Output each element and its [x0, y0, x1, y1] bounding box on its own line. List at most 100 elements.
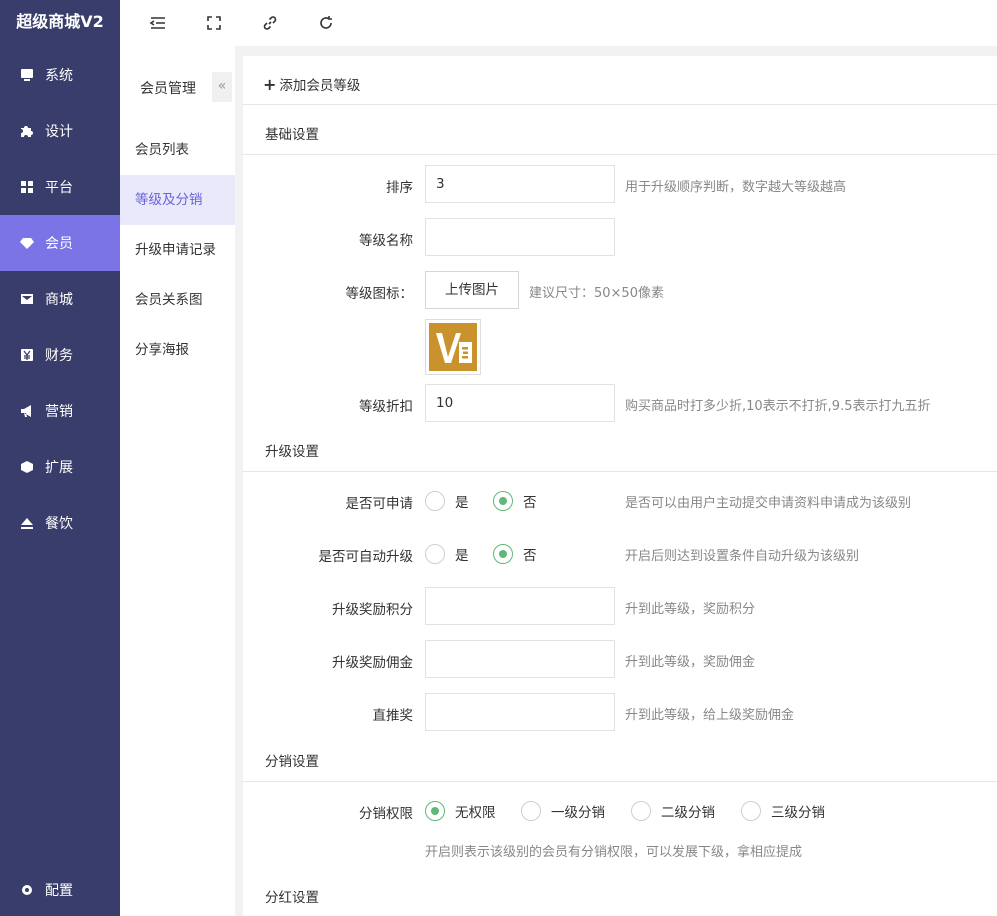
- gem-icon: [20, 236, 34, 250]
- collapse-icon[interactable]: «: [212, 72, 232, 102]
- dist-permission-hint: 开启则表示该级别的会员有分销权限，可以发展下级，拿相应提成: [425, 845, 803, 860]
- app-title: 超级商城V2: [16, 12, 104, 31]
- sort-input[interactable]: [425, 165, 615, 203]
- auto-upgrade-hint: 开启后则达到设置条件自动升级为该级别: [625, 549, 860, 564]
- mail-icon: [20, 292, 34, 306]
- cube-icon: [20, 460, 34, 474]
- auto-upgrade-yes-radio[interactable]: 是: [425, 544, 469, 564]
- subnav-item-level-distribution[interactable]: 等级及分销: [120, 175, 235, 225]
- section-basic-title: 基础设置: [265, 127, 319, 143]
- refresh-icon[interactable]: [317, 14, 335, 32]
- sidebar-item-system[interactable]: 系统: [0, 47, 120, 103]
- radio-label: 一级分销: [551, 805, 605, 821]
- menu-fold-icon[interactable]: [149, 14, 167, 32]
- radio-label: 无权限: [455, 805, 496, 821]
- divider: [243, 154, 997, 155]
- yen-icon: [20, 348, 34, 362]
- reward-points-label: 升级奖励积分: [332, 602, 413, 618]
- radio-circle: [521, 801, 541, 821]
- sidebar-item-catering[interactable]: 餐饮: [0, 495, 120, 551]
- can-apply-label: 是否可申请: [345, 496, 414, 512]
- level-icon-label: 等级图标：: [345, 286, 414, 302]
- radio-label: 二级分销: [661, 805, 715, 821]
- auto-upgrade-no-radio[interactable]: 否: [493, 544, 537, 564]
- reward-commission-hint: 升到此等级，奖励佣金: [625, 655, 756, 670]
- discount-hint: 购买商品时打多少折,10表示不打折,9.5表示打九五折: [625, 399, 931, 414]
- sidebar-item-label: 系统: [45, 68, 73, 84]
- plus-icon: +: [263, 74, 277, 94]
- eject-icon: [20, 516, 34, 530]
- fullscreen-icon[interactable]: [205, 14, 223, 32]
- radio-circle: [425, 544, 445, 564]
- monitor-icon: [20, 68, 34, 82]
- direct-reward-label: 直推奖: [372, 708, 414, 724]
- radio-label: 否: [523, 495, 537, 511]
- sort-label: 排序: [386, 180, 413, 196]
- level-logo-image: [429, 323, 477, 371]
- dist-level3-radio[interactable]: 三级分销: [741, 801, 825, 821]
- grid-icon: [20, 180, 34, 194]
- reward-points-input[interactable]: [425, 587, 615, 625]
- auto-upgrade-label: 是否可自动升级: [318, 549, 414, 565]
- can-apply-no-radio[interactable]: 否: [493, 491, 537, 511]
- radio-circle: [631, 801, 651, 821]
- sidebar-item-member[interactable]: 会员: [0, 215, 120, 271]
- sidebar-item-marketing[interactable]: 营销: [0, 383, 120, 439]
- sidebar-item-platform[interactable]: 平台: [0, 159, 120, 215]
- sidebar-item-config[interactable]: 配置: [0, 862, 120, 916]
- section-distribution-title: 分销设置: [265, 754, 319, 770]
- sidebar-item-label: 设计: [45, 124, 73, 140]
- subnav-item-upgrade-records[interactable]: 升级申请记录: [120, 225, 235, 275]
- upload-image-button[interactable]: 上传图片: [425, 271, 519, 309]
- level-icon-hint: 建议尺寸：50×50像素: [529, 286, 664, 301]
- add-level-label: 添加会员等级: [279, 78, 361, 94]
- discount-label: 等级折扣: [359, 399, 413, 415]
- divider: [243, 781, 997, 782]
- radio-circle: [425, 801, 445, 821]
- direct-reward-hint: 升到此等级，给上级奖励佣金: [625, 708, 795, 723]
- sidebar-item-extension[interactable]: 扩展: [0, 439, 120, 495]
- radio-circle: [425, 491, 445, 511]
- can-apply-yes-radio[interactable]: 是: [425, 491, 469, 511]
- dist-permission-label: 分销权限: [359, 806, 413, 822]
- sidebar-item-label: 会员: [45, 236, 73, 252]
- sidebar-item-label: 商城: [45, 292, 73, 308]
- sidebar-item-label: 餐饮: [45, 516, 73, 532]
- radio-circle: [741, 801, 761, 821]
- radio-circle: [493, 544, 513, 564]
- link-icon[interactable]: [261, 14, 279, 32]
- subnav-item-share-poster[interactable]: 分享海报: [120, 325, 235, 375]
- dist-none-radio[interactable]: 无权限: [425, 801, 496, 821]
- reward-commission-label: 升级奖励佣金: [332, 655, 413, 671]
- sidebar-item-label: 平台: [45, 180, 73, 196]
- radio-label: 是: [455, 495, 469, 511]
- section-upgrade-title: 升级设置: [265, 444, 319, 460]
- gear-icon: [20, 883, 34, 897]
- can-apply-hint: 是否可以由用户主动提交申请资料申请成为该级别: [625, 496, 912, 511]
- sidebar-item-label: 配置: [45, 883, 73, 899]
- direct-reward-input[interactable]: [425, 693, 615, 731]
- subnav-item-member-list[interactable]: 会员列表: [120, 125, 235, 175]
- add-level-button[interactable]: + 添加会员等级: [263, 74, 361, 95]
- subnav-title: 会员管理: [140, 81, 196, 97]
- sidebar-item-design[interactable]: 设计: [0, 103, 120, 159]
- radio-label: 否: [523, 548, 537, 564]
- content-panel: + 添加会员等级 基础设置 排序 用于升级顺序判断，数字越大等级越高 等级名称 …: [243, 56, 997, 916]
- reward-points-hint: 升到此等级，奖励积分: [625, 602, 756, 617]
- discount-input[interactable]: [425, 384, 615, 422]
- sidebar-item-mall[interactable]: 商城: [0, 271, 120, 327]
- divider: [243, 471, 997, 472]
- divider: [243, 104, 997, 105]
- level-icon-preview[interactable]: [425, 319, 481, 375]
- sidebar-item-label: 营销: [45, 404, 73, 420]
- sidebar-item-label: 扩展: [45, 460, 73, 476]
- dist-level1-radio[interactable]: 一级分销: [521, 801, 605, 821]
- sidebar-item-finance[interactable]: 财务: [0, 327, 120, 383]
- dist-level2-radio[interactable]: 二级分销: [631, 801, 715, 821]
- level-name-label: 等级名称: [359, 233, 413, 249]
- reward-commission-input[interactable]: [425, 640, 615, 678]
- subnav-item-relationship[interactable]: 会员关系图: [120, 275, 235, 325]
- sidebar-item-label: 财务: [45, 348, 73, 364]
- radio-label: 三级分销: [771, 805, 825, 821]
- level-name-input[interactable]: [425, 218, 615, 256]
